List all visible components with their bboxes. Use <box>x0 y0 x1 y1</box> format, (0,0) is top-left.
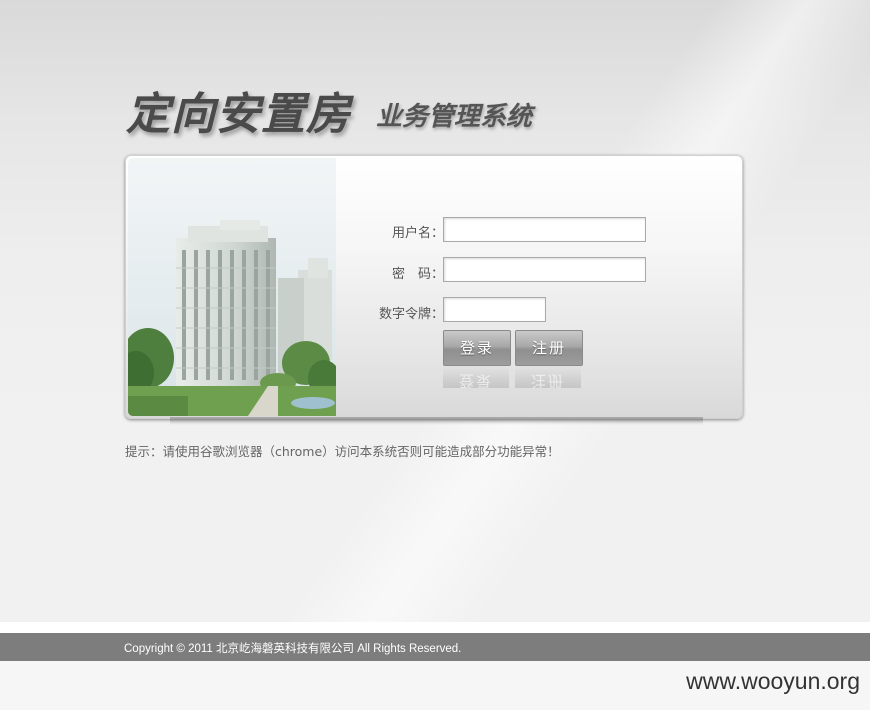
token-label: 数字令牌： <box>378 307 444 322</box>
password-input[interactable] <box>443 257 646 282</box>
login-panel: 用户名： 密 码： 数字令牌： 登录 登录 注册 注册 <box>125 155 743 419</box>
token-input[interactable] <box>443 297 546 322</box>
title-main: 定向安置房 <box>126 89 351 140</box>
title-sub: 业务管理系统 <box>376 102 533 132</box>
divider-strip <box>0 622 870 633</box>
login-button-reflection: 登录 <box>443 366 509 388</box>
username-label: 用户名： <box>391 226 444 241</box>
copyright-text: Copyright © 2011 北京屹海磐英科技有限公司 All Rights… <box>124 643 462 655</box>
register-button[interactable]: 注册 <box>515 330 583 366</box>
system-title: 定向安置房 业务管理系统 <box>126 78 586 140</box>
password-label: 密 码： <box>391 267 444 282</box>
login-button[interactable]: 登录 <box>443 330 511 366</box>
footer: Copyright © 2011 北京屹海磐英科技有限公司 All Rights… <box>0 633 870 661</box>
username-input[interactable] <box>443 217 646 242</box>
building-photo <box>128 158 336 416</box>
register-button-reflection: 注册 <box>515 366 581 388</box>
panel-shadow <box>170 417 703 425</box>
watermark-text: www.wooyun.org <box>686 668 860 694</box>
browser-hint: 提示：请使用谷歌浏览器（chrome）访问本系统否则可能造成部分功能异常！ <box>125 444 560 459</box>
